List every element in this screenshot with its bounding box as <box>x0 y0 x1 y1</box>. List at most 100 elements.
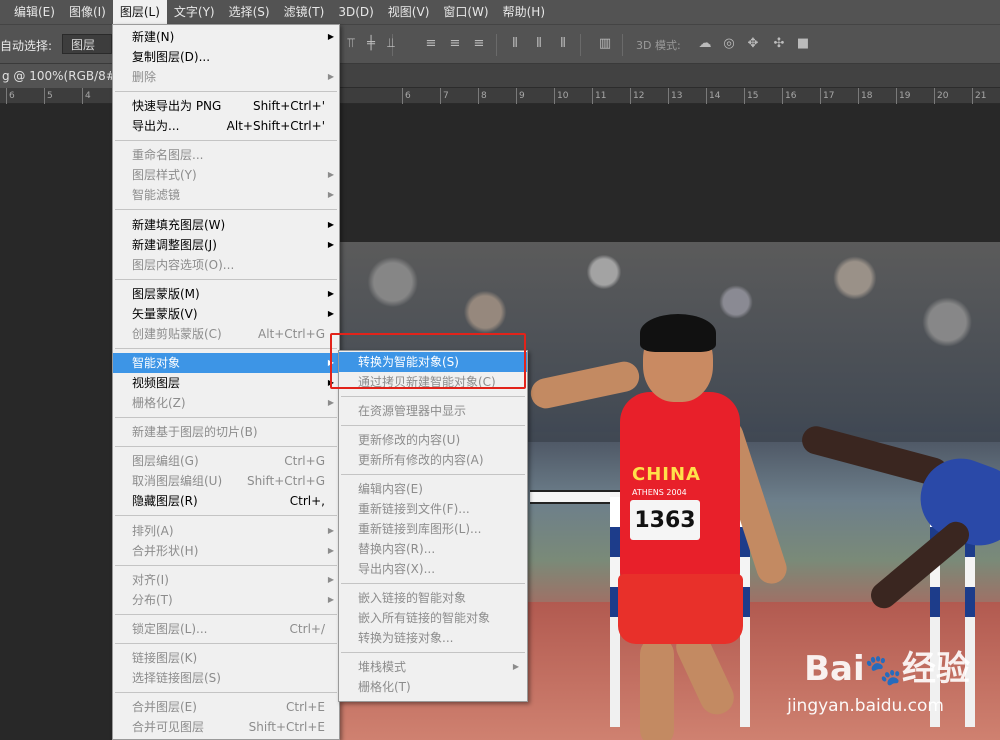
menu-item-label: 新建填充图层(W) <box>132 217 226 232</box>
align-vcenter-icon[interactable]: ╪ <box>364 37 378 51</box>
menu-item[interactable]: 新建基于图层的切片(B) <box>113 422 339 442</box>
3d-scale-icon[interactable]: ■ <box>796 37 810 51</box>
ruler-tick-label: 6 <box>402 88 411 104</box>
menu-item[interactable]: 转换为链接对象... <box>339 628 527 648</box>
ruler-tick-label: 16 <box>782 88 796 104</box>
ruler-tick-label: 12 <box>630 88 644 104</box>
menu-item-label: 选择链接图层(S) <box>132 671 221 686</box>
menu-item[interactable]: 新建(N) ▶ <box>113 27 339 47</box>
menu-item[interactable]: 新建调整图层(J) ▶ <box>113 235 339 255</box>
menu-separator <box>115 515 337 517</box>
menu-item[interactable]: 合并可见图层 Shift+Ctrl+E <box>113 717 339 737</box>
document-tab[interactable]: g @ 100%(RGB/8#) <box>0 64 131 88</box>
menu-item-shortcut: Shift+Ctrl+E <box>248 720 325 735</box>
menubar-item[interactable]: 帮助(H) <box>496 0 552 24</box>
distribute-bottom-icon[interactable]: ≡ <box>472 37 486 51</box>
menu-item[interactable]: 更新修改的内容(U) <box>339 430 527 450</box>
menu-item-label: 栅格化(T) <box>358 680 411 694</box>
bib-subtext: ATHENS 2004 <box>632 488 687 497</box>
menu-item[interactable]: 选择链接图层(S) <box>113 668 339 688</box>
menu-item[interactable]: 图层内容选项(O)... <box>113 255 339 275</box>
auto-align-icon[interactable]: ▥ <box>598 37 612 51</box>
menu-item-label: 智能对象 <box>132 356 181 370</box>
menu-item[interactable]: 锁定图层(L)... Ctrl+/ <box>113 619 339 639</box>
3d-orbit-icon[interactable]: ☁ <box>698 37 712 51</box>
distribute-right-icon[interactable]: ⦀ <box>556 37 570 51</box>
menu-separator <box>341 396 525 397</box>
menubar-item[interactable]: 编辑(E) <box>0 0 62 24</box>
menubar-item[interactable]: 视图(V) <box>381 0 437 24</box>
distribute-top-icon[interactable]: ≡ <box>424 37 438 51</box>
menu-item[interactable]: 复制图层(D)... <box>113 47 339 67</box>
align-top-icon[interactable]: ⫪ <box>344 37 358 51</box>
menu-item-label: 栅格化(Z) <box>132 396 186 410</box>
menu-item[interactable]: 取消图层编组(U) Shift+Ctrl+G <box>113 471 339 491</box>
ruler-tick-label: 20 <box>934 88 948 104</box>
menu-item[interactable]: 排列(A) ▶ <box>113 521 339 541</box>
menu-item[interactable]: 矢量蒙版(V) ▶ <box>113 304 339 324</box>
menu-item-label: 新建调整图层(J) <box>132 237 217 252</box>
menu-item[interactable]: 图层样式(Y) ▶ <box>113 165 339 185</box>
ruler-tick-label: 13 <box>668 88 682 104</box>
distribute-vcenter-icon[interactable]: ≡ <box>448 37 462 51</box>
smart-object-submenu: 转换为智能对象(S) 通过拷贝新建智能对象(C) 在资源管理器中显示 更新修改的内容(… <box>338 350 528 702</box>
menu-item[interactable]: 视频图层 ▶ <box>113 373 339 393</box>
menu-item-label: 导出为... <box>132 119 180 134</box>
menu-item[interactable]: 重命名图层... <box>113 145 339 165</box>
menu-item[interactable]: 栅格化(Z) ▶ <box>113 393 339 413</box>
menu-item-label: 创建剪贴蒙版(C) <box>132 326 222 341</box>
watermark-url: jingyan.baidu.com <box>787 696 944 716</box>
menu-item[interactable]: 图层编组(G) Ctrl+G <box>113 451 339 471</box>
menu-item[interactable]: 智能滤镜 ▶ <box>113 185 339 205</box>
layer-menu-dropdown: 新建(N) ▶ 复制图层(D)... 删除 ▶ 快速导出为 PNG Shift+Ctrl+'… <box>112 24 340 740</box>
menu-item[interactable]: 堆栈模式 ▶ <box>339 657 527 677</box>
distribute-hcenter-icon[interactable]: ⦀ <box>532 37 546 51</box>
3d-roll-icon[interactable]: ◎ <box>722 37 736 51</box>
divider <box>622 34 623 56</box>
menu-item[interactable]: 替换内容(R)... <box>339 539 527 559</box>
menu-item[interactable]: 隐藏图层(R) Ctrl+, <box>113 491 339 511</box>
menu-item[interactable]: 分布(T) ▶ <box>113 590 339 610</box>
3d-pan-icon[interactable]: ✥ <box>746 37 760 51</box>
menu-item[interactable]: 创建剪贴蒙版(C) Alt+Ctrl+G <box>113 324 339 344</box>
menu-separator <box>115 278 337 280</box>
menu-item-label: 替换内容(R)... <box>358 542 436 556</box>
menu-item[interactable]: 合并形状(H) ▶ <box>113 541 339 561</box>
3d-slide-icon[interactable]: ✣ <box>772 37 786 51</box>
menu-item[interactable]: 在资源管理器中显示 <box>339 401 527 421</box>
ruler-tick-label: 10 <box>554 88 568 104</box>
menu-item[interactable]: 导出为... Alt+Shift+Ctrl+' <box>113 116 339 136</box>
menu-item[interactable]: 导出内容(X)... <box>339 559 527 579</box>
menu-item[interactable]: 栅格化(T) <box>339 677 527 697</box>
runner-hair <box>640 314 716 352</box>
menu-item[interactable]: 对齐(I) ▶ <box>113 570 339 590</box>
menubar-item[interactable]: 窗口(W) <box>436 0 495 24</box>
menu-item[interactable]: 新建填充图层(W) ▶ <box>113 215 339 235</box>
menu-item[interactable]: 智能对象 ▶ <box>113 353 339 373</box>
menubar-item[interactable]: 文字(Y) <box>167 0 222 24</box>
align-bottom-icon[interactable]: ⫫ <box>384 37 398 51</box>
distribute-left-icon[interactable]: ⦀ <box>508 37 522 51</box>
menu-item[interactable]: 合并图层(E) Ctrl+E <box>113 697 339 717</box>
menu-item[interactable]: 编辑内容(E) <box>339 479 527 499</box>
menu-item[interactable]: 重新链接到文件(F)... <box>339 499 527 519</box>
menu-item[interactable]: 删除 ▶ <box>113 67 339 87</box>
menu-item[interactable]: 快速导出为 PNG Shift+Ctrl+' <box>113 96 339 116</box>
menu-item[interactable]: 图层蒙版(M) ▶ <box>113 284 339 304</box>
menu-item[interactable]: 嵌入链接的智能对象 <box>339 588 527 608</box>
ruler-tick-label: 14 <box>706 88 720 104</box>
menu-item[interactable]: 更新所有修改的内容(A) <box>339 450 527 470</box>
second-runner <box>798 423 1000 614</box>
auto-select-dropdown[interactable]: 图层 <box>62 34 112 54</box>
menu-item[interactable]: 嵌入所有链接的智能对象 <box>339 608 527 628</box>
menu-item[interactable]: 链接图层(K) <box>113 648 339 668</box>
menubar-item[interactable]: 选择(S) <box>222 0 277 24</box>
menubar-item[interactable]: 图层(L) <box>112 0 167 24</box>
menubar-item[interactable]: 滤镜(T) <box>277 0 332 24</box>
bib-number: 1363 <box>630 500 700 540</box>
3d-mode-label: 3D 模式: <box>636 39 681 52</box>
menu-item-label: 矢量蒙版(V) <box>132 306 198 321</box>
menu-item[interactable]: 重新链接到库图形(L)... <box>339 519 527 539</box>
menubar-item[interactable]: 3D(D) <box>331 0 380 24</box>
menubar-item[interactable]: 图像(I) <box>62 0 113 24</box>
